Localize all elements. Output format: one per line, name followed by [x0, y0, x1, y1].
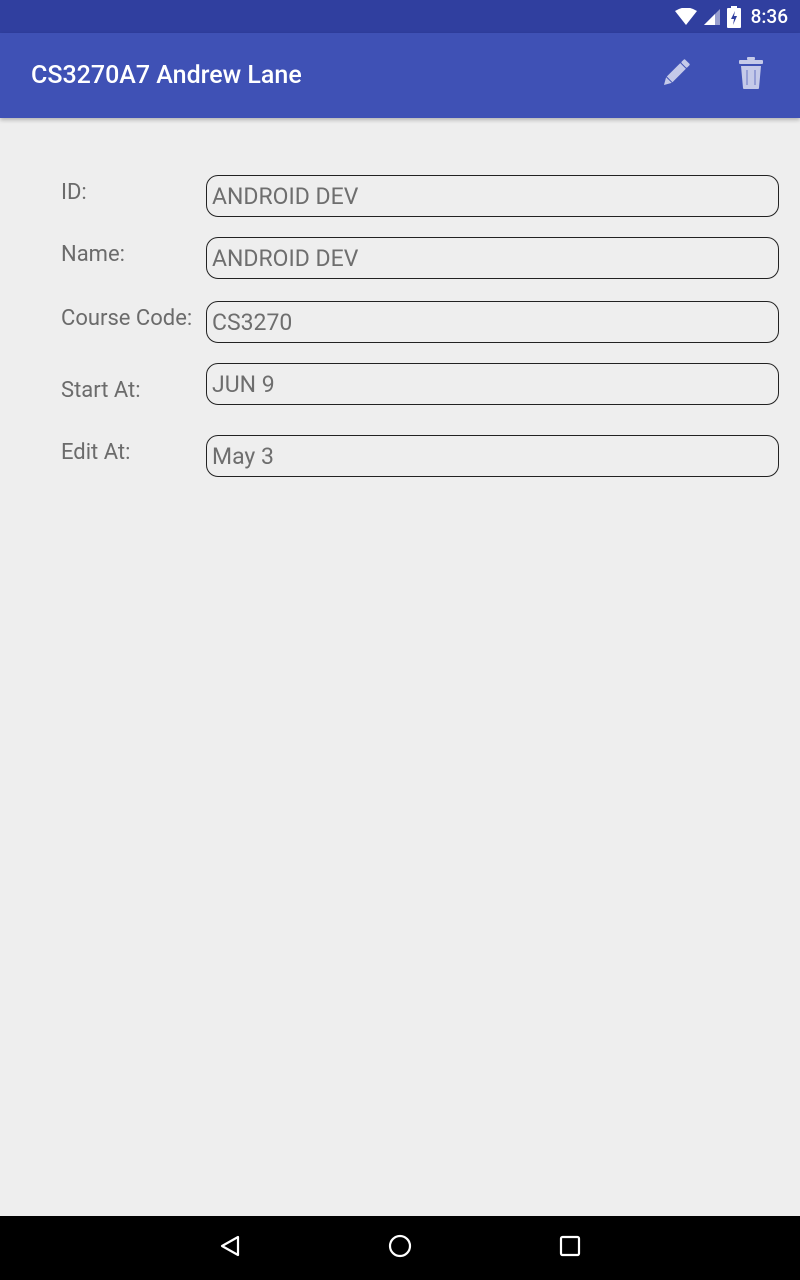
- edit-button[interactable]: [654, 53, 698, 97]
- home-button[interactable]: [380, 1228, 420, 1268]
- course-code-field[interactable]: CS3270: [206, 301, 779, 343]
- id-field[interactable]: ANDROID DEV: [206, 175, 779, 217]
- delete-button[interactable]: [729, 53, 773, 97]
- trash-icon: [736, 56, 766, 94]
- back-icon: [218, 1234, 242, 1262]
- start-at-field[interactable]: JUN 9: [206, 363, 779, 405]
- navigation-bar: [0, 1216, 800, 1280]
- course-code-label: Course Code:: [61, 306, 193, 331]
- edit-at-field[interactable]: May 3: [206, 435, 779, 477]
- back-button[interactable]: [210, 1228, 250, 1268]
- start-at-label: Start At:: [61, 378, 141, 403]
- status-time: 8:36: [750, 5, 788, 28]
- status-bar: 8:36: [0, 0, 800, 33]
- edit-at-label: Edit At:: [61, 440, 131, 465]
- name-label: Name:: [61, 242, 125, 267]
- id-label: ID:: [61, 180, 87, 205]
- course-detail-form: ID: ANDROID DEV Name: ANDROID DEV Course…: [0, 118, 800, 1216]
- recents-button[interactable]: [550, 1228, 590, 1268]
- battery-charging-icon: [726, 5, 741, 28]
- page-title: CS3270A7 Andrew Lane: [31, 61, 302, 90]
- pencil-icon: [657, 54, 695, 96]
- home-icon: [388, 1234, 412, 1262]
- app-bar: CS3270A7 Andrew Lane: [0, 33, 800, 118]
- cellular-signal-icon: [703, 8, 721, 26]
- status-icons: 8:36: [674, 0, 788, 33]
- recents-icon: [558, 1234, 582, 1262]
- name-field[interactable]: ANDROID DEV: [206, 237, 779, 279]
- wifi-icon: [674, 7, 697, 26]
